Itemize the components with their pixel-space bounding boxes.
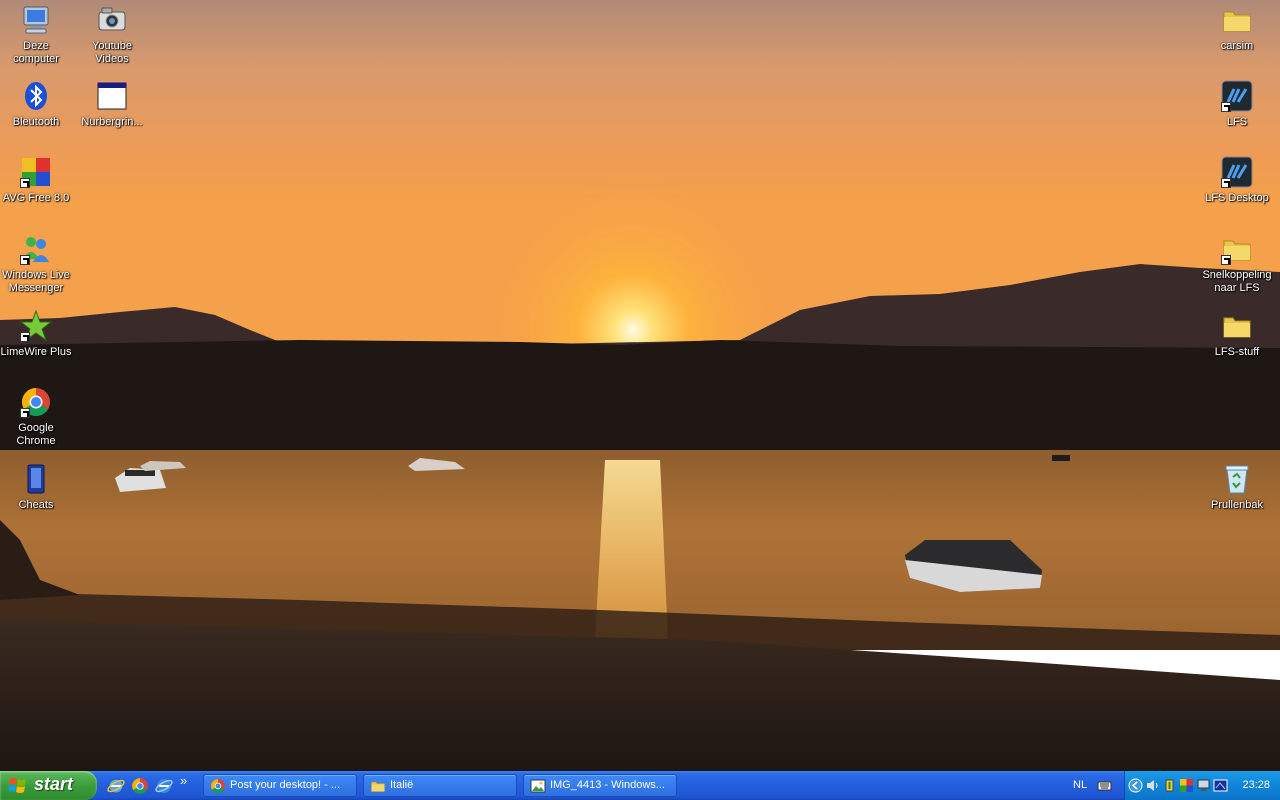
desktop-icon-my-computer[interactable]: Deze computer bbox=[0, 4, 74, 66]
cheats-icon bbox=[20, 463, 52, 495]
start-button[interactable]: start bbox=[0, 771, 97, 800]
clock[interactable]: 23:28 bbox=[1242, 779, 1270, 791]
desktop-icon-label: AVG Free 8.0 bbox=[2, 192, 70, 204]
desktop-icon-label: LFS-stuff bbox=[1214, 346, 1260, 358]
windows-flag-icon bbox=[9, 778, 26, 793]
image-viewer-icon bbox=[530, 778, 546, 794]
shortcut-arrow-icon bbox=[20, 178, 30, 188]
shortcut-arrow-icon bbox=[20, 332, 30, 342]
desktop-icon-bluetooth[interactable]: Bleutooth bbox=[0, 80, 74, 129]
avg-tray-icon[interactable] bbox=[1179, 778, 1194, 793]
desktop-icon-cheats[interactable]: Cheats bbox=[0, 463, 74, 512]
desktop[interactable]: Deze computer Youtube Videos Bleutooth N… bbox=[0, 0, 1280, 771]
desktop-icon-limewire[interactable]: LimeWire Plus bbox=[0, 309, 74, 359]
desktop-icon-label: Youtube Videos bbox=[92, 40, 132, 65]
shortcut-arrow-icon bbox=[20, 408, 30, 418]
volume-icon[interactable] bbox=[1145, 778, 1160, 793]
desktop-icon-recycle-bin[interactable]: Prullenbak bbox=[1199, 463, 1275, 512]
taskbar-button-folder-italie[interactable]: Italië bbox=[363, 774, 517, 797]
window-icon bbox=[96, 80, 128, 112]
camera-folder-icon bbox=[96, 4, 128, 36]
chrome-icon bbox=[20, 386, 52, 418]
ie-blue-icon bbox=[155, 779, 173, 793]
desktop-icon-label: Nurbergrin... bbox=[81, 116, 143, 128]
desktop-icon-carsim[interactable]: carsim bbox=[1199, 4, 1275, 53]
shortcut-arrow-icon bbox=[1221, 178, 1231, 188]
desktop-icon-label: Cheats bbox=[18, 499, 54, 511]
desktop-icon-label: LFS bbox=[1226, 116, 1248, 128]
language-indicator[interactable]: NL bbox=[1073, 779, 1087, 791]
taskbar[interactable]: start » Post your desktop! - ... Italië … bbox=[0, 771, 1280, 800]
taskbar-button-label: IMG_4413 - Windows... bbox=[550, 779, 665, 791]
desktop-icon-google-chrome[interactable]: Google Chrome bbox=[0, 386, 74, 448]
messenger-icon bbox=[20, 233, 52, 265]
desktop-icon-avg[interactable]: AVG Free 8.0 bbox=[0, 156, 74, 205]
desktop-icon-label: Bleutooth bbox=[12, 116, 60, 128]
safely-remove-hardware-icon[interactable] bbox=[1162, 778, 1177, 793]
desktop-icon-nurbergring[interactable]: Nurbergrin... bbox=[74, 80, 150, 129]
chrome-icon bbox=[132, 778, 148, 794]
display-settings-icon[interactable] bbox=[1213, 778, 1228, 793]
desktop-icon-youtube-videos[interactable]: Youtube Videos bbox=[74, 4, 150, 66]
limewire-icon bbox=[19, 309, 53, 342]
network-icon[interactable] bbox=[1196, 778, 1211, 793]
avg-icon bbox=[20, 156, 52, 188]
desktop-icon-windows-live-messenger[interactable]: Windows Live Messenger bbox=[0, 233, 74, 295]
quicklaunch-more-button[interactable]: » bbox=[180, 773, 198, 791]
system-tray: 23:28 bbox=[1124, 771, 1280, 800]
desktop-icon-label: Snelkoppeling naar LFS bbox=[1202, 269, 1272, 294]
quicklaunch-chrome[interactable] bbox=[131, 777, 149, 795]
start-label: start bbox=[34, 774, 74, 794]
desktop-icon-label: Prullenbak bbox=[1211, 499, 1263, 511]
desktop-icon-label: carsim bbox=[1220, 40, 1254, 52]
bluetooth-icon bbox=[20, 80, 52, 112]
chrome-icon bbox=[210, 778, 226, 794]
keyboard-icon[interactable] bbox=[1097, 778, 1112, 793]
recycle-bin-icon bbox=[1221, 463, 1253, 495]
my-computer-icon bbox=[20, 4, 52, 36]
quicklaunch-ie[interactable] bbox=[107, 777, 125, 795]
taskbar-button-chrome-post-desktop[interactable]: Post your desktop! - ... bbox=[203, 774, 357, 797]
folder-icon bbox=[370, 778, 386, 794]
wallpaper-sunset-lake bbox=[0, 0, 1280, 771]
tray-expand-icon[interactable] bbox=[1128, 778, 1143, 793]
desktop-icon-lfs-desktop[interactable]: LFS Desktop bbox=[1199, 156, 1275, 205]
desktop-icon-label: LFS Desktop bbox=[1205, 192, 1269, 204]
desktop-icon-label: Deze computer bbox=[13, 40, 59, 65]
taskbar-button-label: Post your desktop! - ... bbox=[230, 779, 341, 791]
taskbar-button-image-viewer[interactable]: IMG_4413 - Windows... bbox=[523, 774, 677, 797]
shortcut-arrow-icon bbox=[1221, 255, 1231, 265]
desktop-icon-label: Windows Live Messenger bbox=[2, 269, 70, 294]
folder-icon bbox=[1221, 4, 1253, 36]
folder-icon bbox=[1221, 310, 1253, 342]
desktop-icon-lfs[interactable]: LFS bbox=[1199, 80, 1275, 129]
quicklaunch-ie-blue[interactable] bbox=[155, 777, 173, 795]
ie-icon bbox=[107, 778, 125, 794]
desktop-icon-snelkoppeling-lfs[interactable]: Snelkoppeling naar LFS bbox=[1199, 233, 1275, 295]
folder-shortcut-icon bbox=[1221, 233, 1253, 265]
lfs-icon bbox=[1221, 80, 1253, 112]
lfs-icon bbox=[1221, 156, 1253, 188]
shortcut-arrow-icon bbox=[1221, 102, 1231, 112]
desktop-icon-label: LimeWire Plus bbox=[0, 346, 72, 358]
shortcut-arrow-icon bbox=[20, 255, 30, 265]
taskbar-button-label: Italië bbox=[390, 779, 414, 791]
desktop-icon-lfs-stuff[interactable]: LFS-stuff bbox=[1199, 310, 1275, 359]
desktop-icon-label: Google Chrome bbox=[16, 422, 56, 447]
